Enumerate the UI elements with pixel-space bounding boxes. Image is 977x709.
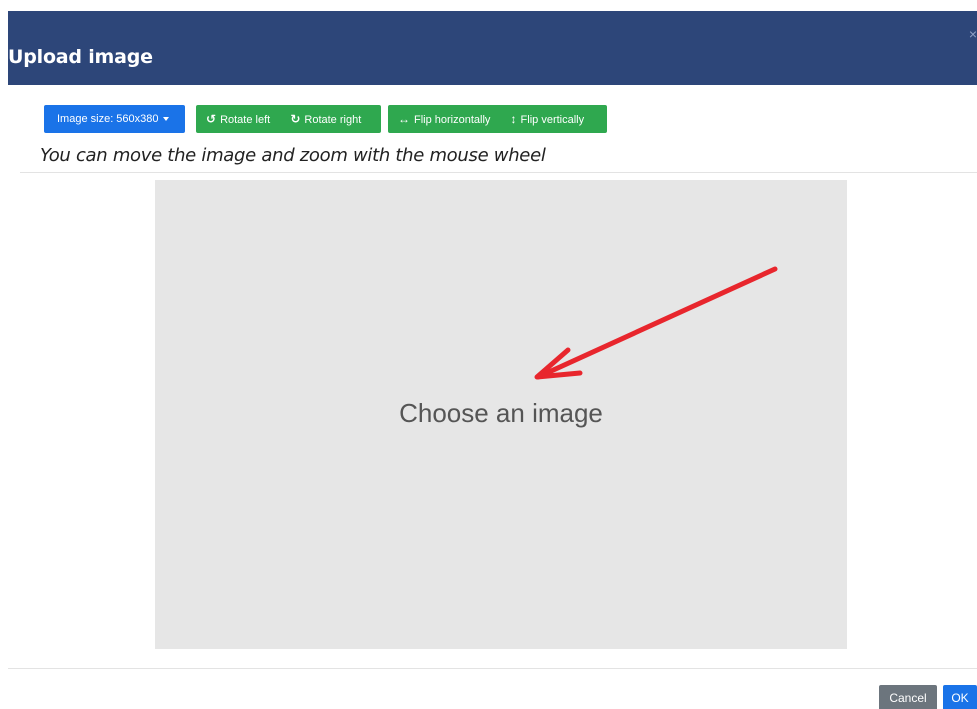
flip-vertical-icon: ↕ xyxy=(510,112,517,126)
flip-vertically-button[interactable]: ↕ Flip vertically xyxy=(511,112,585,126)
rotate-button-group: ↺ Rotate left ↻ Rotate right xyxy=(196,105,381,133)
rotate-left-label: Rotate left xyxy=(220,114,271,126)
ok-button[interactable]: OK xyxy=(943,685,977,709)
flip-horizontally-button[interactable]: ↔ Flip horizontally xyxy=(398,112,493,126)
divider xyxy=(8,668,977,669)
zoom-hint-text: You can move the image and zoom with the… xyxy=(40,145,546,166)
flip-horizontal-icon: ↔ xyxy=(398,112,410,126)
caret-down-icon xyxy=(162,117,169,122)
rotate-right-button[interactable]: ↻ Rotate right xyxy=(290,112,362,126)
rotate-right-label: Rotate right xyxy=(304,114,362,126)
dialog-header: Upload image × xyxy=(8,11,977,85)
rotate-right-icon: ↻ xyxy=(290,112,301,126)
flip-horizontally-label: Flip horizontally xyxy=(414,114,491,126)
flip-vertically-label: Flip vertically xyxy=(520,114,585,126)
upload-image-dialog: Upload image × Image size: 560x380 ↺ Rota… xyxy=(0,0,977,709)
choose-image-placeholder[interactable]: Choose an image xyxy=(155,398,847,429)
flip-button-group: ↔ Flip horizontally ↕ Flip vertically xyxy=(388,105,607,133)
image-drop-area[interactable]: Choose an image xyxy=(155,180,847,649)
rotate-left-icon: ↺ xyxy=(206,112,217,126)
close-icon[interactable]: × xyxy=(969,27,977,41)
dialog-title: Upload image xyxy=(8,46,153,68)
cancel-button[interactable]: Cancel xyxy=(879,685,937,709)
divider xyxy=(20,172,977,173)
image-size-dropdown-button[interactable]: Image size: 560x380 xyxy=(44,105,185,133)
image-size-label: Image size: 560x380 xyxy=(57,113,159,125)
rotate-left-button[interactable]: ↺ Rotate left xyxy=(206,112,273,126)
